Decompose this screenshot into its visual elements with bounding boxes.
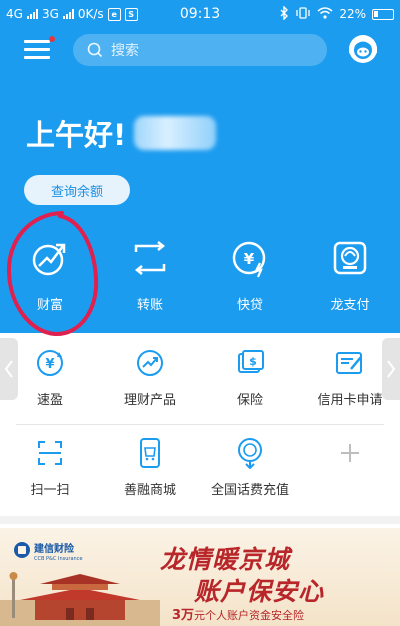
customer-service-icon [349, 35, 377, 63]
svg-text:¥: ¥ [45, 357, 54, 372]
network-type-2: 3G [41, 7, 59, 21]
banner-logo-cn: 建信财险 [34, 544, 74, 555]
banner-title-line-2: 账户保安心 [194, 577, 325, 606]
mall-phone-icon [133, 436, 167, 470]
action-long-pay[interactable]: 龙支付 [300, 232, 400, 327]
service-mall[interactable]: 善融商城 [100, 436, 200, 508]
service-phone-recharge[interactable]: 全国话费充值 [200, 436, 300, 508]
add-service-button[interactable] [300, 436, 400, 508]
service-grid-row-1: ¥ 速盈 理财产品 $ 保险 信用卡申请 [0, 346, 400, 418]
service-label: 全国话费充值 [210, 483, 289, 498]
search-icon [87, 42, 103, 58]
action-quick-loan[interactable]: ¥ 快贷 [200, 232, 300, 327]
banner-logo: 建信财险 CCB P&C Insurance [14, 537, 83, 562]
notification-app-icon: e [107, 7, 121, 21]
service-label: 速盈 [36, 393, 63, 408]
service-insurance[interactable]: $ 保险 [200, 346, 300, 418]
wifi-icon [317, 6, 333, 22]
wealth-icon [28, 236, 72, 280]
section-gap [0, 516, 400, 524]
long-pay-icon [328, 236, 372, 280]
scan-icon [33, 436, 67, 470]
app-bar: 搜索 [0, 30, 400, 70]
insurance-doc-icon: $ [233, 346, 267, 380]
service-grid-row-2: 扫一扫 善融商城 全国话费充值 [0, 436, 400, 508]
yen-cycle-icon: ¥ [33, 346, 67, 380]
action-transfer[interactable]: 转账 [100, 232, 200, 327]
credit-card-form-icon [333, 346, 367, 380]
phone-recharge-icon [233, 436, 267, 470]
signal-icon-2 [62, 9, 74, 19]
transfer-icon [128, 236, 172, 280]
service-scan[interactable]: 扫一扫 [0, 436, 100, 508]
menu-button[interactable] [24, 36, 55, 60]
divider [16, 424, 384, 425]
search-placeholder: 搜索 [111, 43, 139, 59]
plus-icon [333, 436, 367, 470]
signal-icon [26, 9, 38, 19]
greeting-text: 上午好! [26, 118, 127, 152]
service-label: 信用卡申请 [317, 393, 383, 408]
service-label: 保险 [236, 393, 263, 408]
action-wealth[interactable]: 财富 [0, 232, 100, 327]
service-label: 理财产品 [123, 393, 176, 408]
user-name-blurred [134, 116, 217, 150]
ccb-logo-icon [14, 541, 30, 558]
banner-subtitle-text: 元个人账户资金安全险 [194, 609, 305, 622]
battery-icon [372, 8, 394, 20]
action-label: 龙支付 [330, 298, 370, 313]
vibrate-icon [295, 6, 311, 22]
action-label: 快贷 [236, 298, 263, 313]
quick-loan-icon: ¥ [228, 236, 272, 280]
search-input[interactable]: 搜索 [73, 34, 327, 66]
svg-text:$: $ [249, 355, 257, 368]
status-bar: 4G 3G 0K/s e S 09:13 22% [0, 0, 400, 28]
service-wealth-products[interactable]: 理财产品 [100, 346, 200, 418]
network-type-1: 4G [6, 7, 23, 21]
banner-title-line-1: 龙情暖京城 [160, 545, 291, 574]
action-label: 财富 [36, 298, 63, 313]
forbidden-city-illustration [0, 572, 160, 626]
battery-level: 22% [339, 7, 366, 21]
service-suying[interactable]: ¥ 速盈 [0, 346, 100, 418]
bluetooth-icon [279, 4, 289, 23]
notification-s-icon: S [124, 7, 138, 21]
banner-subtitle: 3万元个人账户资金安全险 [172, 604, 304, 623]
promo-banner[interactable]: 建信财险 CCB P&C Insurance 龙情暖京城 账户保安心 3万元个人… [0, 528, 400, 626]
check-balance-button[interactable]: 查询余额 [24, 175, 130, 205]
notification-dot [49, 36, 55, 42]
greeting: 上午好! [26, 112, 217, 154]
action-label: 转账 [136, 298, 163, 313]
main-actions: 财富 转账 ¥ 快贷 龙支付 [0, 232, 400, 327]
service-label: 扫一扫 [30, 483, 70, 498]
network-speed: 0K/s [77, 7, 104, 21]
service-label: 善融商城 [123, 483, 176, 498]
service-credit-card[interactable]: 信用卡申请 [300, 346, 400, 418]
customer-service-button[interactable] [346, 32, 380, 66]
svg-text:¥: ¥ [244, 250, 255, 268]
banner-amount: 3万 [172, 608, 195, 623]
chart-trend-icon [133, 346, 167, 380]
